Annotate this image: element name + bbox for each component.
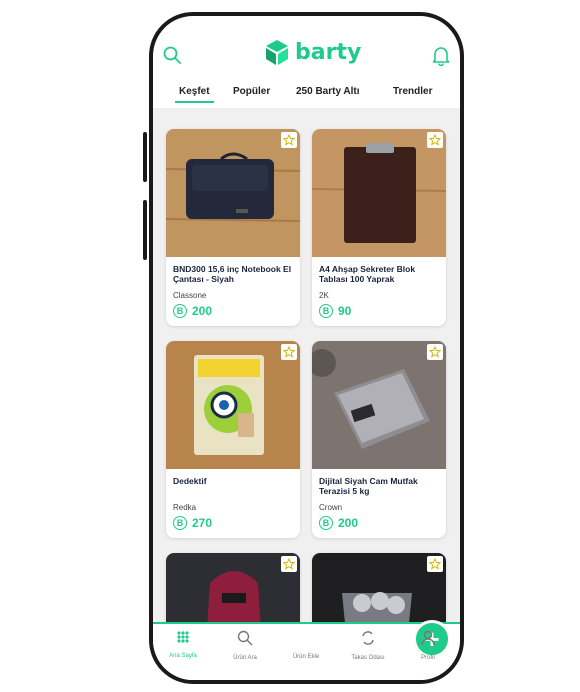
swap-icon xyxy=(362,631,374,645)
tab-trendler[interactable]: Trendler xyxy=(393,86,432,97)
search-icon[interactable] xyxy=(163,46,181,69)
app-screen: barty Keşfet Popüler 250 Barty Altı Tren… xyxy=(153,16,460,680)
product-image xyxy=(312,553,446,626)
nav-ana-sayfa[interactable]: Ana Sayfa xyxy=(153,630,213,659)
tab-bar: Keşfet Popüler 250 Barty Altı Trendler xyxy=(153,80,460,106)
product-card[interactable]: Dedektif Redka B 270 xyxy=(166,341,300,538)
barty-logo: barty xyxy=(263,38,361,66)
price-value: 270 xyxy=(192,516,213,530)
barty-coin-icon: B xyxy=(173,304,187,318)
product-price: B 270 xyxy=(166,512,300,538)
product-price: B 200 xyxy=(312,512,446,538)
logo-text: barty xyxy=(295,39,362,65)
nav-label: Takas Odası xyxy=(351,655,385,661)
product-card[interactable]: A4 Ahşap Sekreter Blok Tablası 100 Yapra… xyxy=(312,129,446,326)
app-header: barty xyxy=(153,36,460,76)
phone-frame: barty Keşfet Popüler 250 Barty Altı Tren… xyxy=(149,12,464,684)
nav-label: Ürün Ara xyxy=(233,655,257,661)
product-card[interactable]: Dijital Siyah Cam Mutfak Terazisi 5 kg C… xyxy=(312,341,446,538)
product-brand: Redka xyxy=(173,503,197,512)
barty-logo-icon xyxy=(266,40,288,65)
price-value: 90 xyxy=(338,304,352,318)
barty-coin-icon: B xyxy=(173,516,187,530)
nav-takas-odasi[interactable]: Takas Odası xyxy=(338,630,398,661)
nav-urun-ara[interactable]: Ürün Ara xyxy=(215,630,275,661)
grid-icon xyxy=(177,631,189,643)
product-image xyxy=(312,129,446,257)
favorite-star-icon[interactable] xyxy=(427,344,443,360)
favorite-star-icon[interactable] xyxy=(281,556,297,572)
barty-coin-icon: B xyxy=(319,304,333,318)
product-image xyxy=(166,129,300,257)
bottom-nav: Ana Sayfa Ürün Ara + Ürün Ekle Takas Oda… xyxy=(153,620,460,680)
tab-kesfet[interactable]: Keşfet xyxy=(175,86,214,103)
tab-250-barty-alti[interactable]: 250 Barty Altı xyxy=(296,86,360,97)
tab-populer[interactable]: Popüler xyxy=(233,86,270,97)
product-title: BND300 15,6 inç Notebook El Çantası - Si… xyxy=(173,264,292,284)
product-image xyxy=(166,341,300,469)
favorite-star-icon[interactable] xyxy=(281,132,297,148)
product-image xyxy=(166,553,300,626)
product-brand: Classone xyxy=(173,291,207,300)
product-card[interactable] xyxy=(312,553,446,626)
price-value: 200 xyxy=(338,516,359,530)
product-title: Dedektif xyxy=(173,476,207,486)
user-icon xyxy=(421,630,435,646)
nav-label: Ana Sayfa xyxy=(169,653,197,659)
search-icon xyxy=(237,630,253,646)
product-brand: Crown xyxy=(319,503,343,512)
nav-urun-ekle[interactable]: + Ürün Ekle xyxy=(276,620,451,660)
price-value: 200 xyxy=(192,304,213,318)
product-card[interactable] xyxy=(166,553,300,626)
product-grid: BND300 15,6 inç Notebook El Çantası - Si… xyxy=(153,108,460,626)
nav-label: Ürün Ekle xyxy=(292,654,320,660)
product-title: A4 Ahşap Sekreter Blok Tablası 100 Yapra… xyxy=(319,264,416,284)
product-price: B 90 xyxy=(312,300,446,326)
nav-label: Profil xyxy=(421,655,435,661)
product-card[interactable]: BND300 15,6 inç Notebook El Çantası - Si… xyxy=(166,129,300,326)
favorite-star-icon[interactable] xyxy=(427,132,443,148)
barty-coin-icon: B xyxy=(319,516,333,530)
nav-profil[interactable]: Profil xyxy=(398,630,458,661)
product-title: Dijital Siyah Cam Mutfak Terazisi 5 kg xyxy=(319,476,418,496)
product-image xyxy=(312,341,446,469)
product-price: B 200 xyxy=(166,300,300,326)
bell-icon[interactable] xyxy=(432,46,450,71)
favorite-star-icon[interactable] xyxy=(281,344,297,360)
favorite-star-icon[interactable] xyxy=(427,556,443,572)
product-brand: 2K xyxy=(319,291,329,300)
